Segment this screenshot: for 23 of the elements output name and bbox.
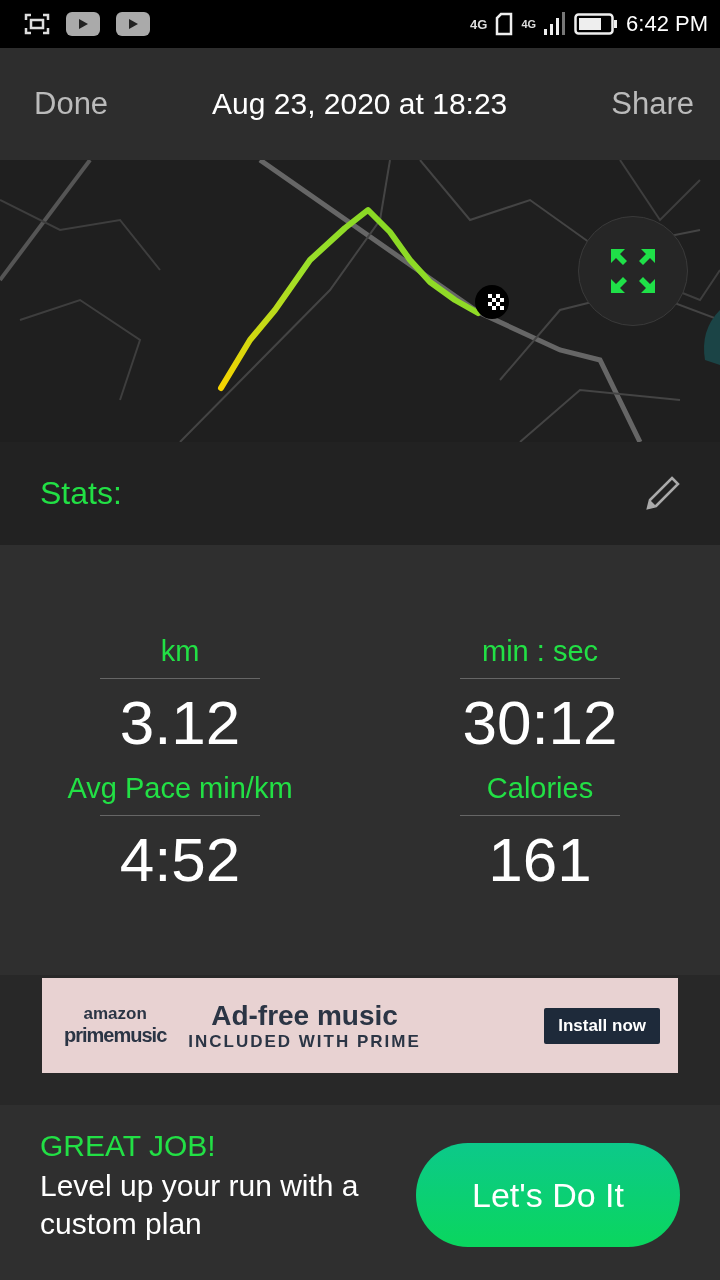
stat-label: Avg Pace min/km — [67, 772, 293, 806]
stat-label: km — [160, 635, 200, 669]
share-button[interactable]: Share — [607, 82, 698, 126]
network-label: 4G — [470, 16, 488, 32]
stat-value: 3.12 — [119, 687, 241, 758]
done-button[interactable]: Done — [30, 82, 113, 126]
stat-value: 30:12 — [462, 687, 618, 758]
ad-subline: INCLUDED WITH PRIME — [188, 1031, 421, 1052]
install-button[interactable]: Install now — [544, 1007, 660, 1044]
stats-heading: Stats: — [40, 475, 122, 512]
ad-headline: Ad-free music — [211, 999, 398, 1032]
promo-text: Level up your run with a custom plan — [40, 1168, 360, 1242]
brand-name: amazon — [83, 1004, 147, 1024]
stat-label: Calories — [486, 772, 594, 806]
promo-headline: GREAT JOB! — [40, 1129, 217, 1163]
stat-label: min : sec — [482, 635, 598, 669]
stat-value: 161 — [488, 824, 592, 895]
stat-value: 4:52 — [119, 824, 241, 895]
clock-time: 6:42 PM — [626, 11, 708, 37]
ad-banner[interactable]: amazon primemusic Ad-free music INCLUDED WITH PRIME Install now — [42, 978, 678, 1073]
workout-date-title: Aug 23, 2020 at 18:23 — [212, 87, 508, 121]
network-label: 4G — [521, 18, 537, 30]
brand-name: primemusic — [64, 1024, 167, 1047]
